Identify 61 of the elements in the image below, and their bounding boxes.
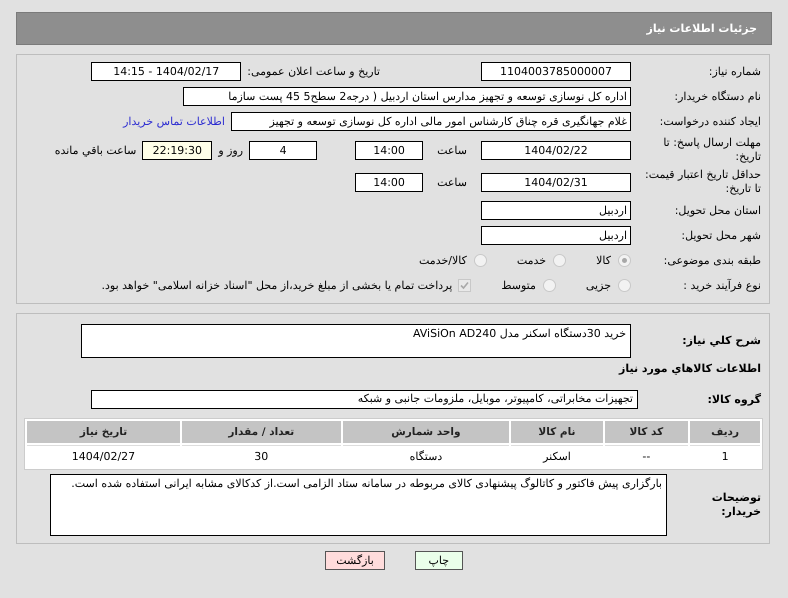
- section-heading: اطلاعات کالاهاي مورد نياز: [618, 362, 762, 375]
- column-header: تاریخ نیاز: [27, 421, 180, 443]
- table-cell: --: [604, 445, 688, 467]
- table-cell: اسکنر: [511, 445, 603, 467]
- print-button[interactable]: چاپ: [414, 551, 463, 570]
- option-label: جزیی: [586, 279, 611, 292]
- time-field: 14:00: [355, 140, 424, 160]
- radio-button[interactable]: [618, 254, 631, 267]
- option-label: متوسط: [501, 279, 536, 292]
- field-label: ساعت: [437, 144, 467, 156]
- option-label: کالا: [596, 254, 611, 267]
- date-field: 1404/02/22: [481, 140, 631, 160]
- column-header: نام کالا: [511, 421, 603, 443]
- field-label: مهلت ارسال پاسخ: تا تاریخ:: [662, 136, 762, 164]
- goods-group-field: تجهیزات مخابراتی، کامپیوتر، موبایل، ملزومات جانبی و شبکه: [91, 390, 638, 409]
- table-cell: 1404/02/27: [27, 445, 180, 467]
- back-button[interactable]: بازگشت: [325, 551, 385, 570]
- page-title: جزئیات اطلاعات نیاز: [16, 12, 772, 45]
- creator-field: غلام جهانگیری قره چناق کارشناس امور مالی اداره کل نوسازی توسعه و تجهیز: [231, 112, 631, 131]
- column-header: واحد شمارش: [342, 421, 510, 443]
- announce-date-field: 1404/02/17 - 14:15: [91, 62, 242, 81]
- field-label: گروه کالا:: [706, 392, 762, 406]
- field-label: ساعت: [437, 176, 467, 188]
- option-label: خدمت: [516, 254, 546, 267]
- radio-button[interactable]: [542, 279, 556, 292]
- field-label: استان محل تحویل:: [674, 204, 762, 218]
- radio-button[interactable]: [474, 254, 487, 267]
- table-cell: 1: [690, 445, 760, 467]
- field-label: حداقل تاریخ اعتبار قیمت: تا تاریخ:: [644, 168, 762, 196]
- option-label: کالا/خدمت: [419, 254, 467, 267]
- date-field: 1404/02/31: [481, 172, 631, 192]
- checkbox[interactable]: [458, 279, 472, 292]
- column-header: تعداد / مقدار: [182, 421, 341, 443]
- radio-button[interactable]: [553, 254, 566, 267]
- field-label: توضیحات خریدار:: [710, 491, 762, 519]
- city-field: اردبیل: [481, 226, 631, 245]
- field-label: تاریخ و ساعت اعلان عمومی:: [247, 65, 380, 78]
- days-field: 4: [249, 140, 318, 160]
- column-header: ردیف: [690, 421, 760, 443]
- radio-button[interactable]: [618, 279, 631, 292]
- field-label: ایجاد کننده درخواست:: [658, 114, 762, 128]
- description-field: خرید 30دستگاه اسکنر مدل AViSiOn AD240: [81, 324, 631, 358]
- table-cell: دستگاه: [342, 445, 510, 467]
- field-label: روز و: [218, 144, 244, 156]
- province-field: اردبیل: [481, 201, 631, 220]
- field-label: ساعت باقي مانده: [54, 144, 136, 156]
- table-cell: 30: [182, 445, 341, 467]
- column-header: کد کالا: [604, 421, 688, 443]
- remaining-time-field: 22:19:30: [142, 140, 212, 160]
- field-label: نام دستگاه خریدار:: [673, 90, 762, 104]
- need-number-field: 1104003785000007: [481, 62, 631, 81]
- time-field: 14:00: [355, 172, 424, 192]
- checkbox-label: پرداخت تمام یا بخشی از مبلغ خرید،از محل "اسناد خزانه اسلامی" خواهد بود.: [102, 279, 452, 292]
- buyer-org-field: اداره کل نوسازی توسعه و تجهیز مدارس استان اردبیل ( درجه2 سطح5 45 پست سازما: [183, 87, 631, 106]
- buyer-contact-link[interactable]: اطلاعات تماس خریدار: [123, 115, 225, 128]
- field-label: شماره نیاز:: [708, 64, 762, 78]
- buyer-notes-field: بارگزاری پیش فاکتور و کاتالوگ پیشنهادی کالای مربوطه در سامانه ستاد الزامی است.از کدکالای مشابه ایرانی استفاده شده است.: [50, 474, 667, 536]
- field-label: شهر محل تحویل:: [680, 228, 762, 242]
- field-label: طبقه بندی موضوعی:: [662, 254, 762, 268]
- field-label: شرح کلي نياز:: [681, 334, 762, 348]
- field-label: نوع فرآیند خرید :: [682, 278, 762, 292]
